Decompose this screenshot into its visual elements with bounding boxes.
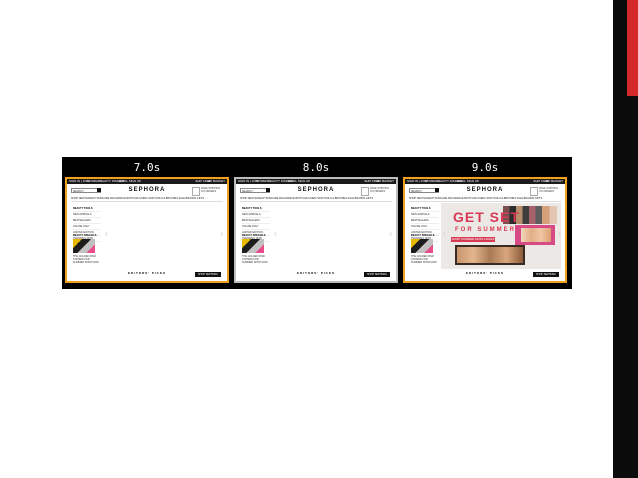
right-edge-accent (627, 0, 638, 96)
hero-subheadline: FOR SUMMER (455, 227, 516, 233)
frame-thumbnail: SIGN IN | JOIN STORES BEAUTY INSIDER EMA… (234, 177, 398, 283)
chevron-left-icon[interactable]: ‹ (105, 229, 108, 238)
nav-link[interactable]: STORES (256, 179, 268, 183)
top-nav: SIGN IN | JOIN STORES BEAUTY INSIDER EMA… (236, 179, 396, 184)
chevron-right-icon[interactable]: › (389, 229, 392, 238)
frame-time-label: 8.0s (302, 161, 330, 174)
nav-link[interactable]: EMAIL SIGN UP (288, 179, 310, 183)
shop-picks-button[interactable]: SHOP SEPHORA PICKS (364, 272, 390, 281)
product-image[interactable] (73, 239, 95, 253)
promo-icon (361, 187, 369, 196)
promo-text: FREE SHIPPING ON ORDERS (539, 187, 559, 193)
basket-link[interactable]: MY BASKET (377, 179, 394, 183)
basket-link[interactable]: MY BASKET (546, 179, 563, 183)
category-bar[interactable]: SHOP NEW MAKEUP SKINCARE FRAGRANCE BATH … (409, 197, 561, 202)
promo-icon (192, 187, 200, 196)
top-nav: SIGN IN | JOIN STORES BEAUTY INSIDER EMA… (67, 179, 227, 184)
chevron-right-icon[interactable]: › (220, 229, 223, 238)
promo-text: FREE SHIPPING ON ORDERS (370, 187, 390, 193)
chevron-left-icon[interactable]: ‹ (274, 229, 277, 238)
frame-time-label: 7.0s (133, 161, 161, 174)
nav-link[interactable]: STORES (425, 179, 437, 183)
product-header: BEAUTY SPECIALS (411, 234, 435, 237)
shop-picks-button[interactable]: SHOP SEPHORA PICKS (195, 272, 221, 281)
category-bar[interactable]: SHOP NEW MAKEUP SKINCARE FRAGRANCE BATH … (240, 197, 392, 202)
product-image[interactable] (242, 239, 264, 253)
chevron-left-icon[interactable]: ‹ (443, 229, 446, 238)
promo-text: FREE SHIPPING ON ORDERS (201, 187, 221, 193)
frame-thumbnail: SIGN IN | JOIN STORES BEAUTY INSIDER EMA… (403, 177, 567, 283)
frame-thumbnail: SIGN IN | JOIN STORES BEAUTY INSIDER EMA… (65, 177, 229, 283)
product-image[interactable] (411, 239, 433, 253)
nav-link[interactable]: STORES (87, 179, 99, 183)
bronzer-palette-image (455, 245, 525, 265)
product-text[interactable]: THE GOLDEN FIND CHOSEN FOR SUMMER SHOP N… (411, 255, 437, 264)
promo-icon (530, 187, 538, 196)
product-header: BEAUTY SPECIALS (73, 234, 97, 237)
product-text[interactable]: THE GOLDEN FIND CHOSEN FOR SUMMER SHOP N… (73, 255, 99, 264)
hero-headline: GET SET (453, 209, 520, 225)
product-header: BEAUTY SPECIALS (242, 234, 266, 237)
basket-link[interactable]: MY BASKET (208, 179, 225, 183)
filmstrip: 7.0s 8.0s 9.0s SIGN IN | JOIN STORES BEA… (62, 157, 572, 289)
nav-link[interactable]: EMAIL SIGN UP (457, 179, 479, 183)
top-nav: SIGN IN | JOIN STORES BEAUTY INSIDER EMA… (405, 179, 565, 184)
shop-picks-button[interactable]: SHOP SEPHORA PICKS (533, 272, 559, 281)
palette-swatches-image (521, 228, 551, 242)
nav-link[interactable]: EMAIL SIGN UP (119, 179, 141, 183)
chevron-right-icon[interactable]: › (558, 229, 561, 238)
hero-banner[interactable]: GET SET FOR SUMMER SHOP SUMMER MUST-HAVE… (441, 203, 561, 269)
category-bar[interactable]: SHOP NEW MAKEUP SKINCARE FRAGRANCE BATH … (71, 197, 223, 202)
frame-time-label: 9.0s (471, 161, 499, 174)
hero-cta-button[interactable]: SHOP SUMMER MUST-HAVES (451, 237, 495, 242)
product-text[interactable]: THE GOLDEN FIND CHOSEN FOR SUMMER SHOP N… (242, 255, 268, 264)
